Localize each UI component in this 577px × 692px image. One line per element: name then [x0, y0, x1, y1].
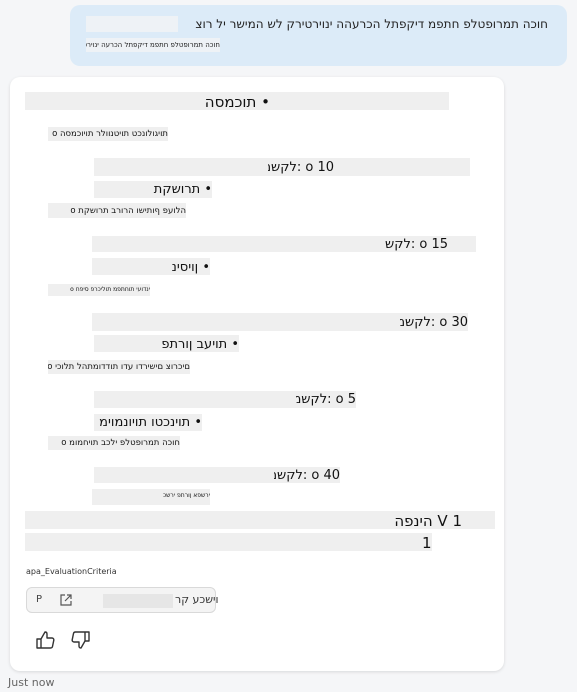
citation-label: apa_EvaluationCriteria — [26, 567, 116, 576]
weight-label: o 30 :לקשמ — [400, 315, 468, 330]
thumbs-up-icon[interactable] — [34, 629, 56, 651]
section-bullet: תויגולונכט תויטנוולר תויוכמסה o — [52, 129, 168, 139]
redaction-mask — [86, 16, 178, 32]
external-link-icon — [60, 594, 72, 606]
redaction-mask — [103, 594, 173, 608]
section-line: ירשפא ןורתפ ירשכ — [162, 492, 210, 499]
section-bullet: הלועפ ףותישו הרורב תרושקת o — [70, 206, 186, 216]
highlight-bar — [25, 533, 432, 551]
section-bullet: ינדועי תוחתפמ תוליכרפ סיפח o — [70, 286, 150, 293]
user-message-bubble — [70, 5, 567, 66]
section-title: • תוינכטו תויונמוימ — [99, 415, 202, 430]
section-title: • תרושקת — [153, 182, 212, 197]
version-label: V 1 הינפה — [394, 512, 462, 530]
version-number: 1 — [422, 534, 432, 552]
section-title: • תוכמסה — [204, 93, 270, 111]
weight-label: o 40 :לקשמ — [274, 468, 340, 483]
source-chip[interactable]: P וישכע קר — [26, 587, 219, 613]
weight-label: o 5 :לקשמ — [296, 392, 356, 407]
timestamp: Just now — [8, 676, 55, 689]
user-message-line2: חוכה תמרופטלפ חתפמ דיקפתל הכרעה ינוירטיר… — [86, 38, 220, 52]
weight-label: o 15 :לקשמ — [384, 237, 448, 252]
user-message-line1: חוכה תמרופטלפ חתפמ דיקפתל הכרעהה ינוירטי… — [86, 16, 548, 32]
weight-label: o 10 :לקשמ — [268, 160, 334, 175]
section-bullet: חוכה תמרופטלפ ילכב תויחמומ o — [61, 438, 180, 448]
source-label: וישכע קר — [175, 593, 219, 606]
section-bullet: םיכרוצ םישירדו עדו תודדומתהל תלוכי o — [48, 362, 190, 372]
source-prefix: P — [36, 594, 43, 605]
section-title: • תויעב ןורתפ — [161, 337, 239, 352]
thumbs-down-icon[interactable] — [70, 629, 92, 651]
section-title: • ןויסינ — [171, 260, 210, 275]
